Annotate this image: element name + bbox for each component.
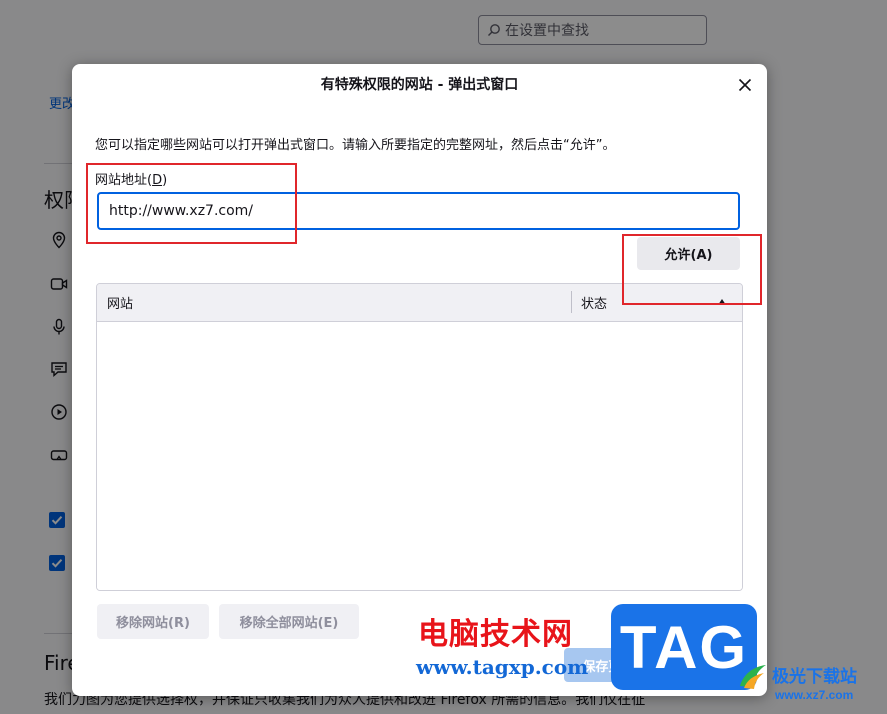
popup-exceptions-dialog: 有特殊权限的网站 - 弹出式窗口 您可以指定哪些网站可以打开弹出式窗口。请输入所… (72, 64, 767, 696)
watermark-brand-cn: 电脑技术网 (418, 617, 573, 652)
dialog-description: 您可以指定哪些网站可以打开弹出式窗口。请输入所要指定的完整网址，然后点击“允许”… (95, 138, 616, 153)
column-header-site[interactable]: 网站 (107, 293, 133, 312)
watermark-site-cn: 极光下载站 (772, 667, 857, 687)
dialog-title: 有特殊权限的网站 - 弹出式窗口 (320, 77, 519, 93)
remove-site-button[interactable]: 移除网站(R) (97, 604, 209, 639)
annotation-box-address (86, 163, 297, 244)
close-icon (738, 78, 752, 92)
aurora-logo-icon (740, 665, 766, 689)
watermark-brand-url: www.tagxp.com (416, 655, 589, 679)
watermark-site-url: www.xz7.com (775, 688, 854, 702)
annotation-box-allow (622, 234, 762, 305)
close-button[interactable] (732, 72, 758, 98)
column-separator[interactable] (571, 291, 572, 313)
column-header-status[interactable]: 状态 (581, 293, 607, 312)
sites-table-body (97, 322, 742, 590)
sites-table: 网站 状态 (96, 283, 743, 591)
remove-all-sites-button[interactable]: 移除全部网站(E) (219, 604, 359, 639)
